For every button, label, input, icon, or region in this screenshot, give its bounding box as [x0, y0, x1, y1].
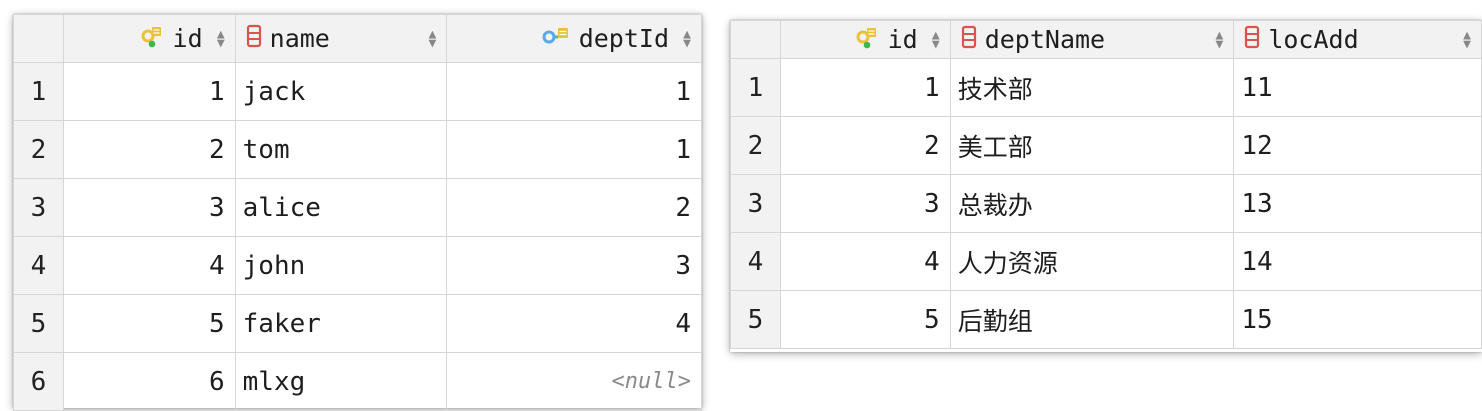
- cell-deptName[interactable]: 技术部: [949, 58, 1235, 117]
- cell-id[interactable]: 1: [62, 62, 236, 121]
- cell-locAdd[interactable]: 15: [1233, 290, 1482, 349]
- employee-table: id ▲ ▼ name ▲ ▼ deptId ▲ ▼ 1 1 jack 1 2 …: [13, 14, 702, 411]
- cell-id[interactable]: 3: [779, 174, 951, 233]
- row-number[interactable]: 2: [13, 120, 64, 179]
- cell-locAdd[interactable]: 13: [1233, 174, 1482, 233]
- cell-id[interactable]: 1: [779, 58, 951, 117]
- cell-locAdd[interactable]: 12: [1233, 116, 1482, 175]
- cell-name[interactable]: mlxg: [234, 352, 448, 411]
- cell-id[interactable]: 2: [779, 116, 951, 175]
- cell-deptName[interactable]: 人力资源: [949, 232, 1235, 291]
- cell-deptId-null[interactable]: <null>: [446, 352, 702, 411]
- cell-id[interactable]: 2: [62, 120, 236, 179]
- table-row[interactable]: 2 2 tom 1: [13, 120, 702, 179]
- column-header-id[interactable]: id ▲ ▼: [62, 14, 236, 63]
- cell-locAdd[interactable]: 14: [1233, 232, 1482, 291]
- sort-arrows-icon[interactable]: ▲ ▼: [428, 28, 436, 50]
- employee-result-grid: id ▲ ▼ name ▲ ▼ deptId ▲ ▼ 1 1 jack 1 2 …: [13, 14, 702, 411]
- sort-arrows-icon[interactable]: ▲ ▼: [217, 28, 225, 50]
- cell-deptId[interactable]: 2: [446, 178, 702, 237]
- column-header-locAdd[interactable]: locAdd ▲ ▼: [1233, 20, 1482, 59]
- column-label: deptName: [984, 25, 1106, 54]
- column-icon: [1244, 25, 1260, 55]
- cell-name[interactable]: faker: [234, 294, 448, 353]
- foreign-key-icon: [541, 24, 571, 54]
- row-number[interactable]: 1: [13, 62, 64, 121]
- row-number[interactable]: 1: [730, 58, 781, 117]
- row-number[interactable]: 4: [13, 236, 64, 295]
- cell-id[interactable]: 5: [779, 290, 951, 349]
- cell-deptId[interactable]: 1: [446, 120, 702, 179]
- row-number-header: [730, 20, 781, 59]
- table-row[interactable]: 1 1 技术部 11: [730, 58, 1482, 117]
- row-number[interactable]: 3: [13, 178, 64, 237]
- table-row[interactable]: 3 3 总裁办 13: [730, 174, 1482, 233]
- sort-arrows-icon[interactable]: ▲ ▼: [1463, 29, 1471, 51]
- row-number[interactable]: 5: [13, 294, 64, 353]
- row-number[interactable]: 2: [730, 116, 781, 175]
- primary-key-icon: [141, 23, 165, 55]
- row-number[interactable]: 6: [13, 352, 64, 411]
- cell-id[interactable]: 5: [62, 294, 236, 353]
- table-row[interactable]: 4 4 john 3: [13, 236, 702, 295]
- column-label: locAdd: [1268, 25, 1359, 54]
- table-row[interactable]: 2 2 美工部 12: [730, 116, 1482, 175]
- cell-id[interactable]: 4: [62, 236, 236, 295]
- column-header-deptName[interactable]: deptName ▲ ▼: [949, 20, 1235, 59]
- column-icon: [246, 24, 262, 54]
- cell-deptId[interactable]: 3: [446, 236, 702, 295]
- cell-id[interactable]: 4: [779, 232, 951, 291]
- column-icon: [961, 25, 977, 55]
- cell-locAdd[interactable]: 11: [1233, 58, 1482, 117]
- cell-deptName[interactable]: 总裁办: [949, 174, 1235, 233]
- cell-id[interactable]: 6: [62, 352, 236, 411]
- row-number[interactable]: 3: [730, 174, 781, 233]
- primary-key-icon: [856, 24, 880, 56]
- sort-arrows-icon[interactable]: ▲ ▼: [683, 28, 691, 50]
- table-row[interactable]: 4 4 人力资源 14: [730, 232, 1482, 291]
- cell-id[interactable]: 3: [62, 178, 236, 237]
- column-header-name[interactable]: name ▲ ▼: [234, 14, 448, 63]
- column-label: id: [172, 24, 203, 53]
- table-row[interactable]: 6 6 mlxg <null>: [13, 352, 702, 411]
- column-header-id[interactable]: id ▲ ▼: [779, 20, 951, 59]
- cell-name[interactable]: jack: [234, 62, 448, 121]
- column-label: deptId: [578, 24, 669, 53]
- table-row[interactable]: 1 1 jack 1: [13, 62, 702, 121]
- cell-deptId[interactable]: 1: [446, 62, 702, 121]
- cell-name[interactable]: tom: [234, 120, 448, 179]
- row-number[interactable]: 5: [730, 290, 781, 349]
- column-label: name: [269, 24, 330, 53]
- column-header-deptId[interactable]: deptId ▲ ▼: [446, 14, 702, 63]
- department-result-grid: id ▲ ▼ deptName ▲ ▼ locAdd ▲ ▼ 1 1 技术部 1…: [730, 20, 1482, 352]
- cell-deptName[interactable]: 美工部: [949, 116, 1235, 175]
- cell-name[interactable]: john: [234, 236, 448, 295]
- table-row[interactable]: 5 5 faker 4: [13, 294, 702, 353]
- sort-arrows-icon[interactable]: ▲ ▼: [1216, 29, 1224, 51]
- column-label: id: [887, 25, 918, 54]
- sort-arrows-icon[interactable]: ▲ ▼: [932, 29, 940, 51]
- row-number-header: [13, 14, 64, 63]
- table-row[interactable]: 5 5 后勤组 15: [730, 290, 1482, 349]
- table-row[interactable]: 3 3 alice 2: [13, 178, 702, 237]
- cell-deptId[interactable]: 4: [446, 294, 702, 353]
- cell-deptName[interactable]: 后勤组: [949, 290, 1235, 349]
- cell-name[interactable]: alice: [234, 178, 448, 237]
- row-number[interactable]: 4: [730, 232, 781, 291]
- department-table: id ▲ ▼ deptName ▲ ▼ locAdd ▲ ▼ 1 1 技术部 1…: [730, 20, 1482, 349]
